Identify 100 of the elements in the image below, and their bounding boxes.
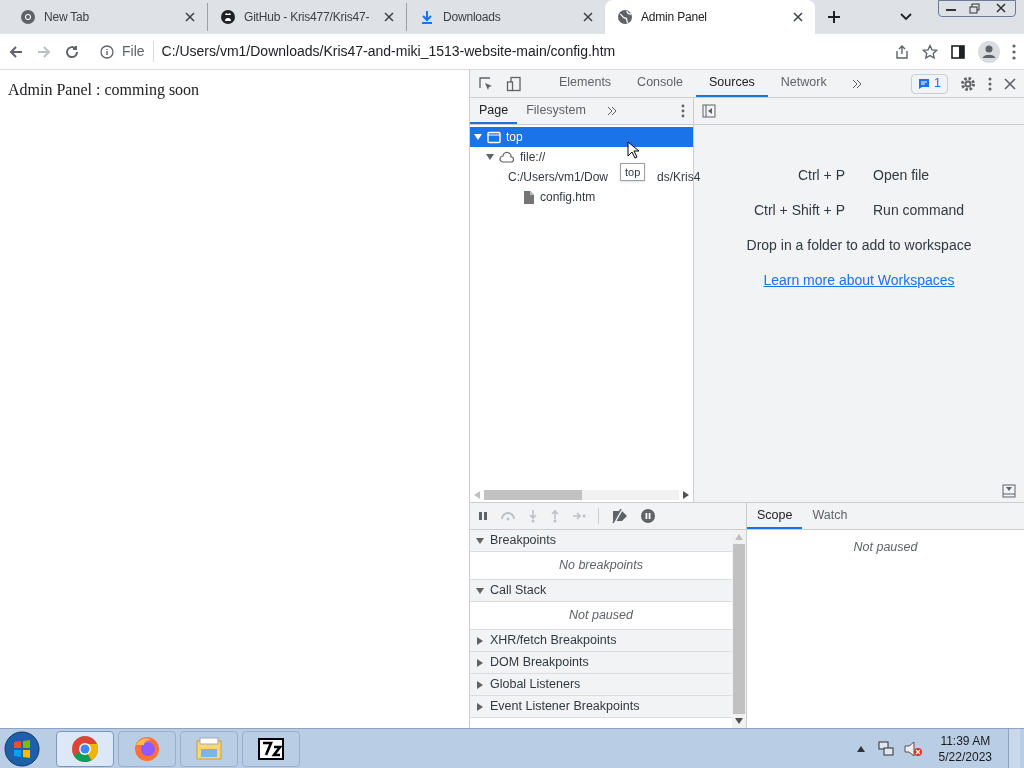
toggle-navigator-icon[interactable] [702,104,716,118]
taskbar-button[interactable] [242,730,300,767]
section-header[interactable]: DOM Breakpoints [470,652,732,674]
folder-icon [195,734,223,763]
muted-speaker-icon[interactable] [902,739,923,758]
section-header[interactable]: XHR/fetch Breakpoints [470,630,732,652]
scroll-right-icon[interactable] [683,491,689,499]
settings-icon[interactable] [960,75,976,92]
empty-message: No breakpoints [558,557,644,575]
close-icon[interactable] [384,12,394,22]
deactivate-breakpoints-icon[interactable] [611,509,629,523]
devtools-tab[interactable]: Console [624,70,696,97]
collapsed-arrow-icon [476,658,484,667]
tooltip: top [620,163,646,181]
clock-date[interactable]: 5/22/2023 [938,748,992,765]
tab-title: New Tab [44,9,91,26]
tab-search-icon[interactable] [900,13,912,21]
tree-label[interactable]: config.htm [540,188,596,206]
tab-title: Downloads [443,9,502,26]
share-icon[interactable] [894,43,910,60]
fox-globe-icon [133,734,161,763]
star-icon[interactable] [922,43,938,60]
new-tab-icon[interactable] [827,10,841,24]
section-title: DOM Breakpoints [490,654,589,672]
start-button[interactable] [4,730,40,767]
chrome-icon [20,9,36,25]
pause-icon[interactable] [478,511,488,521]
back-icon[interactable] [8,43,24,60]
section-title: Event Listener Breakpoints [490,698,640,716]
section-title: Call Stack [490,582,547,600]
close-icon[interactable] [793,12,803,22]
cat-logo-icon [220,9,236,25]
device-toolbar-icon[interactable] [506,75,522,92]
clock-time[interactable]: 11:39 AM [940,732,991,749]
tree-label[interactable]: ds/Kris4 [657,168,701,186]
expanded-arrow-icon[interactable] [486,153,494,161]
tree-label[interactable]: top [506,128,523,146]
shortcut-keys: Ctrl + Shift + P [753,200,845,221]
more-tabs-icon[interactable] [606,106,617,116]
scheme-label: File [122,41,154,62]
cloud-icon [499,150,515,164]
section-header[interactable]: Event Listener Breakpoints [470,696,732,718]
tree-item[interactable]: top [470,127,693,147]
tree-label[interactable]: file:// [520,148,546,166]
more-tabs-icon[interactable] [851,78,862,89]
section-header[interactable]: Call Stack [470,580,732,602]
tab-title: Admin Panel [641,9,708,26]
shortcut-keys: Ctrl + P [753,165,845,186]
url-text: C:/Users/vm1/Downloads/Kris47-and-miki_1513-website-main/config.htm [161,42,616,61]
tree-label[interactable]: C:/Users/vm1/Dow [508,168,608,186]
section-title: Breakpoints [490,532,556,550]
expanded-arrow-icon [476,586,484,595]
collapsed-arrow-icon [476,702,484,711]
sidebar-tab[interactable]: Scope [747,503,803,529]
scrollbar-thumb[interactable] [484,490,582,500]
devtools-tab[interactable]: Elements [546,70,625,97]
pause-on-exceptions-icon[interactable] [641,509,655,523]
devtools-tab[interactable]: Network [767,70,840,97]
menu-icon[interactable] [1012,43,1016,60]
navigator-tab[interactable]: Page [470,98,518,124]
close-icon[interactable] [185,12,195,22]
network-icon[interactable] [876,739,895,758]
scrollbar-thumb[interactable] [733,544,745,714]
workspaces-link[interactable]: Learn more about Workspaces [763,270,955,291]
message-icon [918,77,931,90]
navigator-tab[interactable]: Filesystem [517,98,595,124]
issues-badge[interactable]: 1 [911,73,948,94]
file-icon [523,189,535,205]
expanded-arrow-icon [476,536,484,545]
inspect-icon[interactable] [478,75,494,92]
download-icon [419,9,435,25]
info-icon[interactable] [100,44,114,59]
section-title: Global Listeners [490,676,581,694]
browser-tab[interactable]: GitHub - Kris477/Kris47- [207,3,406,31]
scope-message: Not paused [853,539,918,556]
show-hidden-icons-icon[interactable] [856,745,865,752]
close-icon[interactable] [583,12,593,22]
expanded-arrow-icon[interactable] [474,133,482,141]
section-title: XHR/fetch Breakpoints [490,632,617,650]
tab-title: GitHub - Kris477/Kris47- [244,9,371,26]
browser-tab[interactable]: New Tab [8,3,207,31]
close-icon[interactable] [1004,77,1016,90]
shortcut-action: Open file [873,166,931,185]
shortcut-action: Run command [873,201,965,220]
more-options-icon[interactable] [988,75,992,92]
side-panel-icon[interactable] [950,43,966,60]
reload-icon[interactable] [64,43,80,60]
browser-tab[interactable]: Admin Panel [605,0,815,34]
globe-icon [617,9,633,25]
more-options-icon[interactable] [681,104,685,118]
page-text: Admin Panel : comming soon [8,80,201,101]
scroll-down-icon[interactable] [735,718,743,724]
section-header[interactable]: Global Listeners [470,674,732,696]
drop-hint: Drop in a folder to add to workspace [746,236,972,255]
toggle-drawer-icon[interactable] [1002,484,1016,498]
collapsed-arrow-icon [476,636,484,645]
section-header[interactable]: Breakpoints [470,530,732,552]
empty-message: Not paused [569,607,633,625]
sidebar-tab[interactable]: Watch [802,503,858,529]
profile-icon[interactable] [978,40,1000,63]
